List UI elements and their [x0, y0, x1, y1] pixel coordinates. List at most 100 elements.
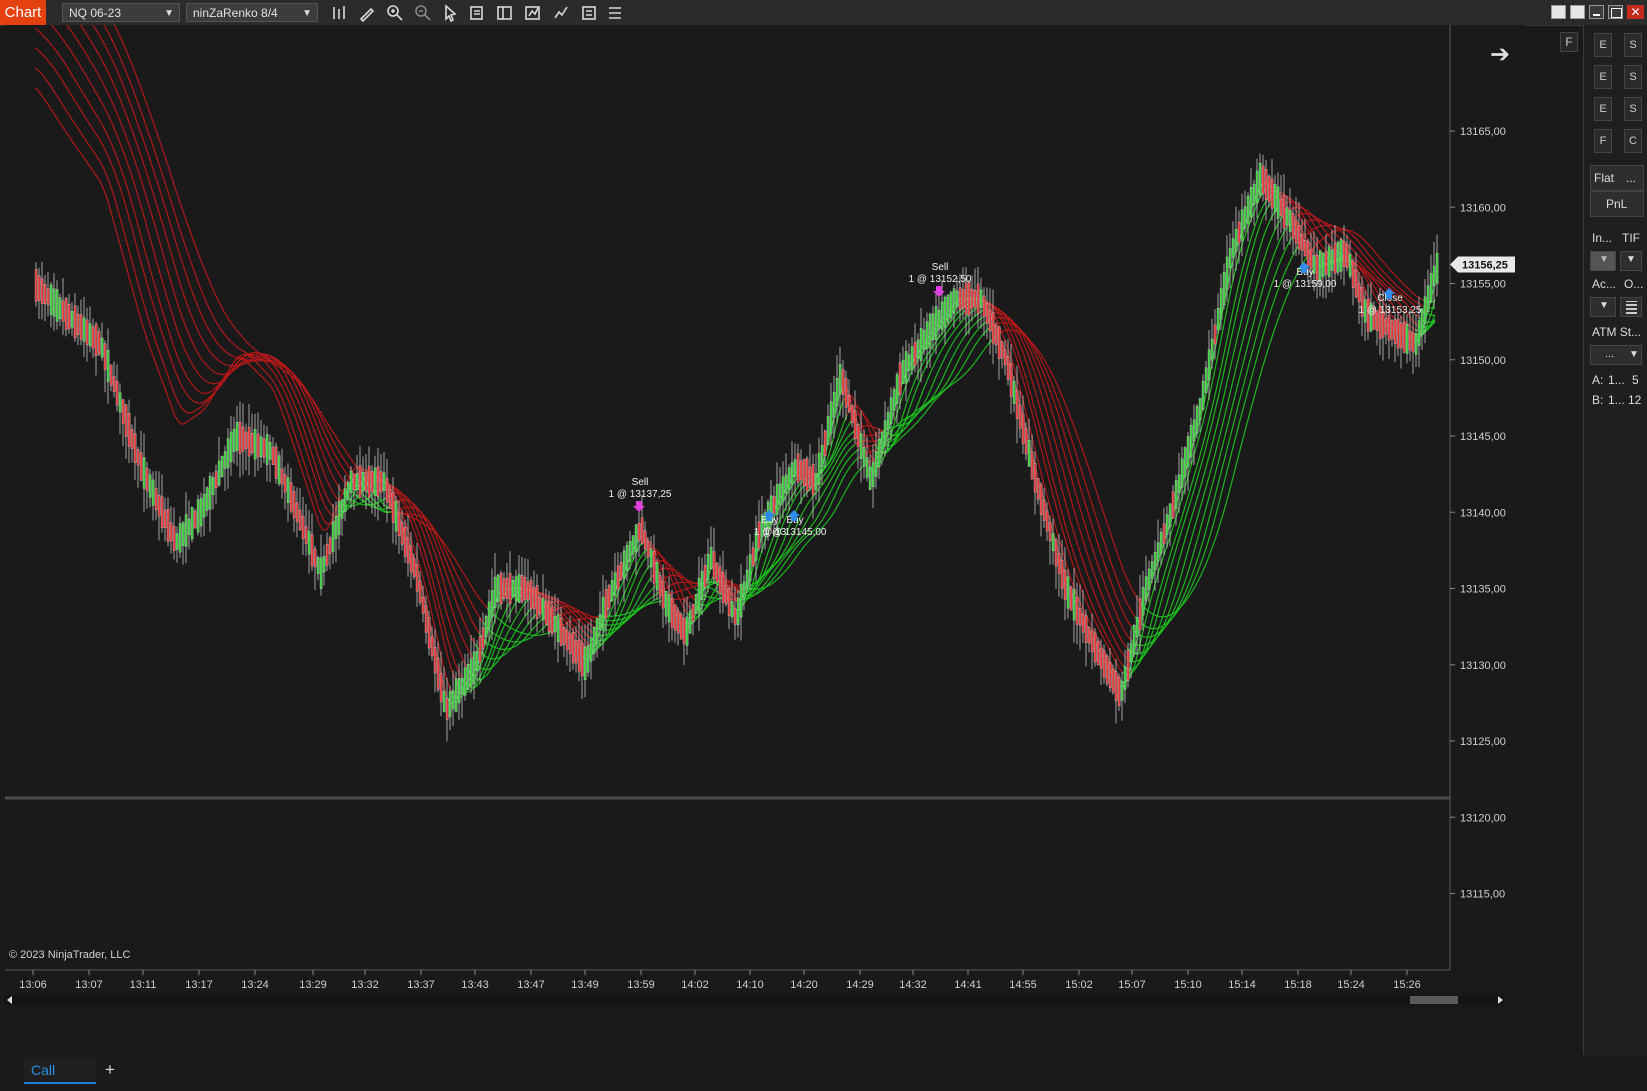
candle-down [571, 632, 575, 664]
strategies-icon[interactable] [552, 4, 570, 22]
rp-button-left-1[interactable]: E [1594, 33, 1612, 57]
zoom-in-icon[interactable] [386, 4, 404, 22]
maximize-button[interactable] [1608, 5, 1623, 19]
properties-icon[interactable] [580, 4, 598, 22]
candle-up [664, 591, 668, 617]
position-more-button[interactable]: ... [1626, 171, 1636, 185]
candle-up [1429, 273, 1433, 302]
time-axis-label: 13:24 [241, 979, 269, 991]
candle-down [1282, 195, 1286, 229]
menu-icon[interactable] [606, 4, 624, 22]
candle-down [1384, 318, 1388, 335]
price-axis-label: 13145,00 [1460, 431, 1506, 443]
candle-up [874, 451, 878, 477]
candle-down [1357, 283, 1361, 303]
candle-down [1303, 240, 1307, 257]
f-button[interactable]: F [1560, 32, 1578, 52]
tab-call[interactable]: Call [24, 1058, 96, 1084]
candle-down [505, 577, 509, 600]
candle-down [412, 558, 416, 577]
candle-up [871, 462, 875, 488]
candle-down [481, 627, 485, 649]
account-dropdown[interactable]: ▼ [1590, 297, 1616, 317]
candle-down [607, 585, 611, 609]
calculator-icon [1626, 301, 1637, 314]
candle-down [799, 460, 803, 481]
candle-up [1252, 183, 1256, 206]
candle-up [892, 389, 896, 411]
rp-button-left-2[interactable]: E [1594, 65, 1612, 89]
candle-down [1087, 627, 1091, 644]
candle-down [727, 588, 731, 616]
arrow-right-icon[interactable]: ➔ [1490, 40, 1510, 69]
candle-down [397, 513, 401, 536]
ask-value: 1... [1608, 373, 1625, 387]
tile-button[interactable] [1570, 5, 1585, 19]
ma-ribbon-segment [862, 424, 868, 427]
candle-down [109, 364, 113, 386]
candle-down [73, 305, 77, 339]
candle-up [223, 451, 227, 469]
trade-label-action: Sell [632, 477, 649, 488]
rp-button-left-4[interactable]: F [1594, 129, 1612, 153]
rp-button-right-2[interactable]: S [1624, 65, 1642, 89]
rp-button-left-3[interactable]: E [1594, 97, 1612, 121]
price-axis-label: 13130,00 [1460, 660, 1506, 672]
pointer-icon[interactable] [442, 4, 460, 23]
trade-label-price: 1 @ 13137,25 [609, 489, 672, 500]
candle-up [865, 457, 869, 478]
candle-down [304, 526, 308, 544]
candle-up [190, 507, 194, 540]
candle-up [382, 472, 386, 492]
indicators-icon[interactable] [524, 4, 542, 22]
candle-up [748, 554, 752, 582]
rp-button-right-4[interactable]: C [1624, 129, 1642, 153]
candle-down [1291, 213, 1295, 239]
data-box-icon[interactable] [468, 4, 486, 22]
candle-down [523, 577, 527, 600]
minimize-button[interactable] [1589, 5, 1604, 19]
candle-down [1171, 491, 1175, 519]
price-chart[interactable]: 13165,00 13160,00 13155,00 13150,00 13145,00… [5, 25, 1525, 1015]
time-axis-label: 13:59 [627, 979, 655, 991]
calculator-button[interactable] [1620, 297, 1642, 317]
add-tab-button[interactable]: + [100, 1060, 120, 1080]
close-button[interactable]: ✕ [1627, 5, 1644, 19]
tif-dropdown[interactable]: ▼ [1620, 251, 1642, 271]
candle-up [934, 306, 938, 340]
bid-label: B: [1592, 393, 1604, 407]
pencil-icon[interactable] [358, 4, 376, 23]
restore-button[interactable] [1551, 5, 1566, 19]
candle-down [1138, 598, 1142, 630]
time-axis-label: 13:32 [351, 979, 379, 991]
bar-type-selector[interactable]: ninZaRenko 8/4 ▼ [186, 3, 318, 22]
candle-up [88, 323, 92, 347]
rp-button-right-3[interactable]: S [1624, 97, 1642, 121]
layout-icon[interactable] [496, 4, 514, 22]
candle-down [103, 343, 107, 370]
candle-down [1408, 331, 1412, 351]
candle-down [1054, 539, 1058, 567]
rp-button-right-1[interactable]: S [1624, 33, 1642, 57]
candle-down [280, 468, 284, 485]
instrument-dropdown[interactable]: ▼ [1590, 251, 1616, 271]
candle-down [715, 562, 719, 583]
ma-ribbon-segment [250, 351, 256, 354]
time-axis-label: 15:02 [1065, 979, 1093, 991]
candle-up [706, 553, 710, 581]
zoom-out-icon[interactable] [414, 4, 432, 22]
chart-window-tab[interactable]: Chart [0, 0, 46, 25]
candle-down [547, 601, 551, 632]
scrollbar-thumb[interactable] [1410, 996, 1458, 1004]
bar-style-icon[interactable] [330, 4, 348, 22]
candle-down [994, 325, 998, 346]
candle-down [325, 544, 329, 566]
scrollbar-track[interactable] [5, 995, 1505, 1005]
chevron-down-icon: ▼ [1629, 349, 1639, 360]
candle-up [196, 499, 200, 533]
candle-down [1126, 649, 1130, 681]
atm-strategy-dropdown[interactable]: ... ▼ [1590, 345, 1642, 365]
candle-down [391, 492, 395, 523]
candle-down [673, 604, 677, 631]
instrument-selector[interactable]: NQ 06-23 ▼ [62, 3, 180, 22]
